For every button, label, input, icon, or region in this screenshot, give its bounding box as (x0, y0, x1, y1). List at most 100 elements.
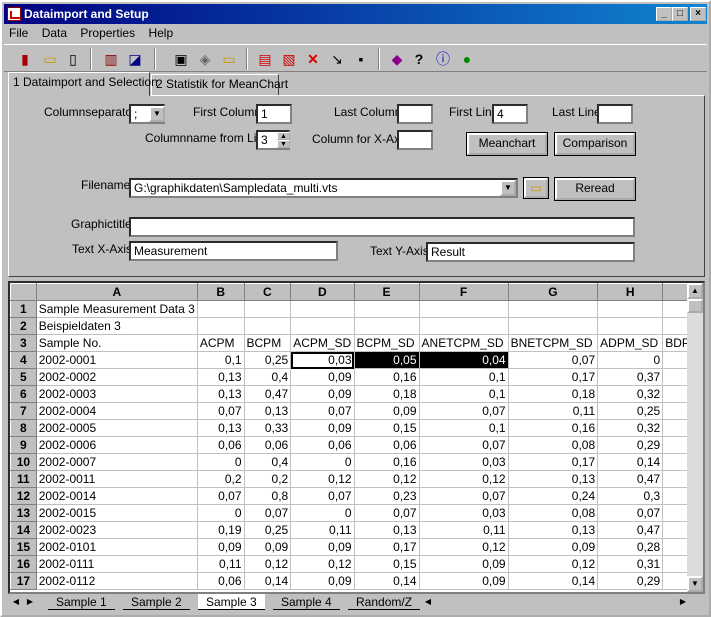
row-header[interactable]: 2 (10, 317, 37, 335)
grid-cell[interactable]: 0,28 (597, 538, 664, 556)
row-header[interactable]: 14 (10, 521, 37, 539)
row-header[interactable]: 9 (10, 436, 37, 454)
grid-cell[interactable]: 0,12 (507, 555, 599, 573)
grid-cell[interactable]: 0,29 (597, 572, 664, 590)
grid-cell[interactable]: 0,12 (290, 470, 355, 488)
grid-cell[interactable]: 2002-0006 (35, 436, 198, 454)
grid-cell[interactable]: BNETCPM_SD (507, 334, 599, 352)
grid-cell[interactable]: 0,11 (507, 402, 599, 420)
grid-cell[interactable]: 0 (597, 351, 664, 369)
grid-cell[interactable]: 0,16 (353, 453, 420, 471)
column-header[interactable]: H (597, 283, 664, 301)
grid-cell[interactable]: 0,06 (243, 436, 292, 454)
xaxis-column-input[interactable] (397, 130, 433, 150)
grid-cell[interactable] (418, 300, 509, 318)
grid-cell[interactable]: ACPM_SD (290, 334, 355, 352)
last-line-input[interactable] (597, 104, 633, 124)
grid-cell[interactable]: 0,14 (243, 572, 292, 590)
chevron-down-icon[interactable]: ▼ (149, 106, 165, 122)
grid-cell[interactable]: 0,09 (418, 555, 509, 573)
grid-cell[interactable]: 0,13 (507, 470, 599, 488)
grid-cell[interactable]: 0,13 (353, 521, 420, 539)
row-header[interactable]: 6 (10, 385, 37, 403)
row-header[interactable]: 15 (10, 538, 37, 556)
yaxis-text-input[interactable]: Result (426, 242, 635, 262)
grid-cell[interactable]: 0,03 (418, 504, 509, 522)
scroll-thumb[interactable] (687, 299, 703, 313)
grid-cell[interactable]: 0,09 (290, 385, 355, 403)
grid-cell[interactable]: 0,14 (507, 572, 599, 590)
new-doc-icon[interactable]: ▯ (62, 48, 84, 70)
grid-cell[interactable]: 2002-0002 (35, 368, 198, 386)
grid-cell[interactable]: 2002-0001 (35, 351, 198, 369)
line-chart-icon[interactable]: ◪ (124, 48, 146, 70)
grid-cell[interactable]: 0,06 (196, 572, 245, 590)
grid-cell[interactable]: 0,07 (353, 504, 420, 522)
grid-cell[interactable]: 0,14 (353, 572, 420, 590)
eraser-icon[interactable]: ◈ (194, 48, 216, 70)
grid-cell[interactable] (353, 300, 420, 318)
link-icon[interactable]: ↘ (326, 48, 348, 70)
grid-cell[interactable]: 0,06 (353, 436, 420, 454)
first-sheet-icon[interactable]: ◀ (10, 595, 22, 609)
cut-icon[interactable]: ▤ (254, 48, 276, 70)
column-header[interactable]: A (35, 283, 198, 301)
row-header[interactable]: 7 (10, 402, 37, 420)
grid-cell[interactable]: 2002-0112 (35, 572, 198, 590)
grid-cell[interactable]: 0,04 (418, 351, 509, 369)
grid-cell[interactable]: 2002-0015 (35, 504, 198, 522)
grid-cell[interactable] (597, 317, 664, 335)
row-header[interactable]: 13 (10, 504, 37, 522)
grid-cell[interactable] (353, 317, 420, 335)
sheet-tab-1[interactable]: Sample 1 (48, 594, 115, 610)
grid-cell[interactable]: 0,29 (597, 436, 664, 454)
delete-icon[interactable]: ✕ (302, 48, 324, 70)
sheet-tab-2[interactable]: Sample 2 (123, 594, 190, 610)
grid-cell[interactable]: 0,3 (597, 487, 664, 505)
grid-cell[interactable]: 0,11 (196, 555, 245, 573)
grid-cell[interactable] (290, 300, 355, 318)
grid-cell[interactable]: 0,18 (507, 385, 599, 403)
grid-cell[interactable]: 0,47 (597, 521, 664, 539)
grid-cell[interactable]: 0,13 (507, 521, 599, 539)
grid-cell[interactable]: ADPM_SD (597, 334, 664, 352)
grid-cell[interactable]: ACPM (196, 334, 245, 352)
grid-cell[interactable]: Sample No. (35, 334, 198, 352)
scroll-down-icon[interactable]: ▼ (687, 576, 703, 592)
spin-down-icon[interactable]: ▼ (277, 140, 290, 148)
row-header[interactable]: 11 (10, 470, 37, 488)
grid-cell[interactable]: 0,18 (353, 385, 420, 403)
grid-cell[interactable]: 0,12 (243, 555, 292, 573)
grid-cell[interactable]: 0,13 (196, 385, 245, 403)
grid-cell[interactable]: 0,09 (196, 538, 245, 556)
row-header[interactable]: 3 (10, 334, 37, 352)
grid-cell[interactable]: BCPM_SD (353, 334, 420, 352)
row-header[interactable]: 10 (10, 453, 37, 471)
xaxis-text-input[interactable]: Measurement (129, 241, 338, 261)
grid-cell[interactable]: 0,07 (196, 487, 245, 505)
grid-cell[interactable]: 0,03 (290, 351, 355, 369)
grid-cell[interactable]: 0,37 (597, 368, 664, 386)
grid-cell[interactable] (597, 300, 664, 318)
grid-cell[interactable]: 0,08 (507, 436, 599, 454)
globe-icon[interactable]: ● (456, 48, 478, 70)
whats-this-icon[interactable]: ? (408, 48, 430, 70)
row-header[interactable]: 8 (10, 419, 37, 437)
grid-cell[interactable]: 0,16 (353, 368, 420, 386)
bar-chart-icon[interactable]: ▥ (100, 48, 122, 70)
grid-cell[interactable]: 0,11 (418, 521, 509, 539)
column-header[interactable]: F (418, 283, 509, 301)
grid-cell[interactable]: 0,17 (353, 538, 420, 556)
grid-cell[interactable]: 0,08 (507, 504, 599, 522)
grid-cell[interactable]: Beispieldaten 3 (35, 317, 198, 335)
grid-cell[interactable]: 0,1 (418, 368, 509, 386)
column-header[interactable]: D (290, 283, 355, 301)
grid-cell[interactable]: 0,07 (418, 402, 509, 420)
sheet-tab-5[interactable]: Random/Z (348, 594, 421, 610)
save-icon[interactable]: ▣ (170, 48, 192, 70)
grid-cell[interactable]: 0,07 (196, 402, 245, 420)
grid-cell[interactable]: 0,17 (507, 453, 599, 471)
next-sheet-icon[interactable]: ▶ (24, 595, 36, 609)
grid-cell[interactable]: 0,07 (243, 504, 292, 522)
browse-folder-icon[interactable]: ▭ (523, 177, 549, 199)
